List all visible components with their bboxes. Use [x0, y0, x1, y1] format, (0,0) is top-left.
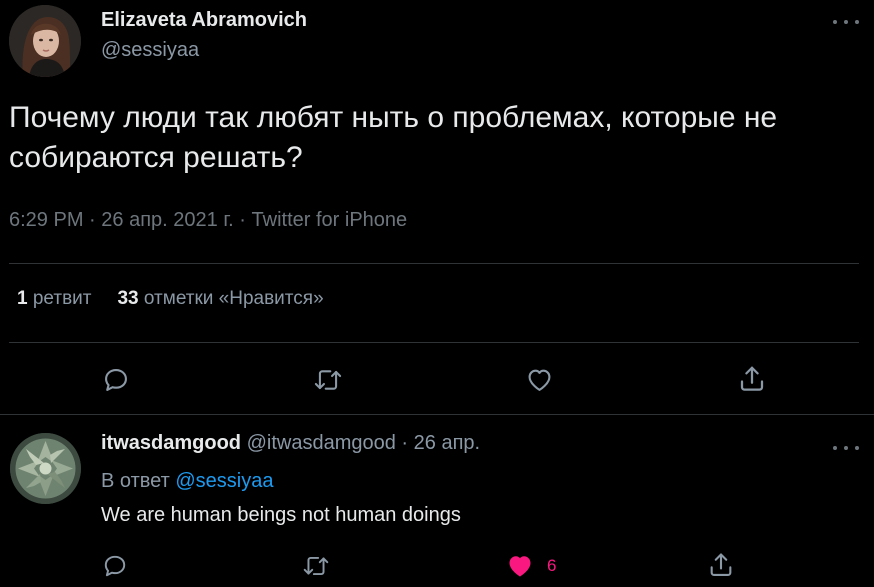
- share-icon: [710, 553, 732, 576]
- tweet-date[interactable]: 26 апр. 2021 г.: [101, 209, 233, 231]
- author-name[interactable]: Elizaveta Abramovich: [101, 9, 307, 32]
- more-horizontal-icon[interactable]: [833, 17, 859, 27]
- share-button[interactable]: [737, 364, 767, 394]
- reply-like-button[interactable]: 6: [506, 552, 556, 580]
- reply-button[interactable]: [102, 366, 130, 394]
- author-handle[interactable]: @sessiyaa: [101, 39, 199, 62]
- reply-to-label: В ответ: [101, 470, 170, 492]
- reply-like-count: 6: [547, 556, 557, 575]
- tweet-stats: 1 ретвит 33 отметки «Нравится»: [17, 288, 324, 310]
- heart-icon: [528, 369, 551, 391]
- author-avatar[interactable]: [9, 5, 81, 77]
- reply-bubble-icon: [105, 369, 127, 391]
- divider: [9, 263, 859, 264]
- tweet-text: Почему люди так любят ныть о проблемах, …: [9, 101, 778, 174]
- tweet-time[interactable]: 6:29 PM: [9, 209, 83, 231]
- reply-to-line: В ответ @sessiyaa: [101, 470, 273, 493]
- meta-separator: ·: [89, 209, 96, 231]
- meta-separator: ·: [401, 432, 409, 454]
- reply-author-avatar[interactable]: [10, 433, 81, 504]
- reply-reply-button[interactable]: [102, 553, 128, 579]
- likes-count: 33: [117, 288, 139, 309]
- tweet-source[interactable]: Twitter for iPhone: [252, 209, 408, 231]
- retweet-icon: [303, 556, 329, 576]
- likes-stat[interactable]: 33 отметки «Нравится»: [117, 288, 323, 309]
- reply-header: itwasdamgood @itwasdamgood · 26 апр.: [101, 432, 480, 455]
- reply-share-button[interactable]: [707, 551, 735, 579]
- retweet-icon: [314, 370, 342, 390]
- likes-label: отметки «Нравится»: [143, 288, 324, 309]
- tweet-meta: 6:29 PM · 26 апр. 2021 г. · Twitter for …: [9, 209, 407, 232]
- retweets-count: 1: [17, 288, 28, 309]
- share-icon: [740, 366, 764, 391]
- reply-author-name[interactable]: itwasdamgood: [101, 432, 241, 454]
- reply-date[interactable]: 26 апр.: [414, 432, 480, 454]
- meta-separator: ·: [239, 209, 246, 231]
- reply-author-handle[interactable]: @itwasdamgood: [247, 432, 396, 454]
- reply-retweet-button[interactable]: [302, 553, 330, 579]
- reply-bubble-icon: [104, 555, 126, 577]
- divider: [0, 414, 874, 415]
- more-horizontal-icon[interactable]: [833, 443, 859, 453]
- tweet-detail-view: Elizaveta Abramovich @sessiyaa Почему лю…: [0, 0, 874, 587]
- retweet-button[interactable]: [313, 366, 343, 394]
- like-button[interactable]: [525, 366, 554, 394]
- reply-to-mention[interactable]: @sessiyaa: [175, 470, 273, 492]
- retweets-stat[interactable]: 1 ретвит: [17, 288, 91, 309]
- divider: [9, 342, 859, 343]
- reply-text: We are human beings not human doings: [101, 504, 461, 526]
- heart-icon: [509, 556, 531, 577]
- retweets-label: ретвит: [32, 288, 92, 309]
